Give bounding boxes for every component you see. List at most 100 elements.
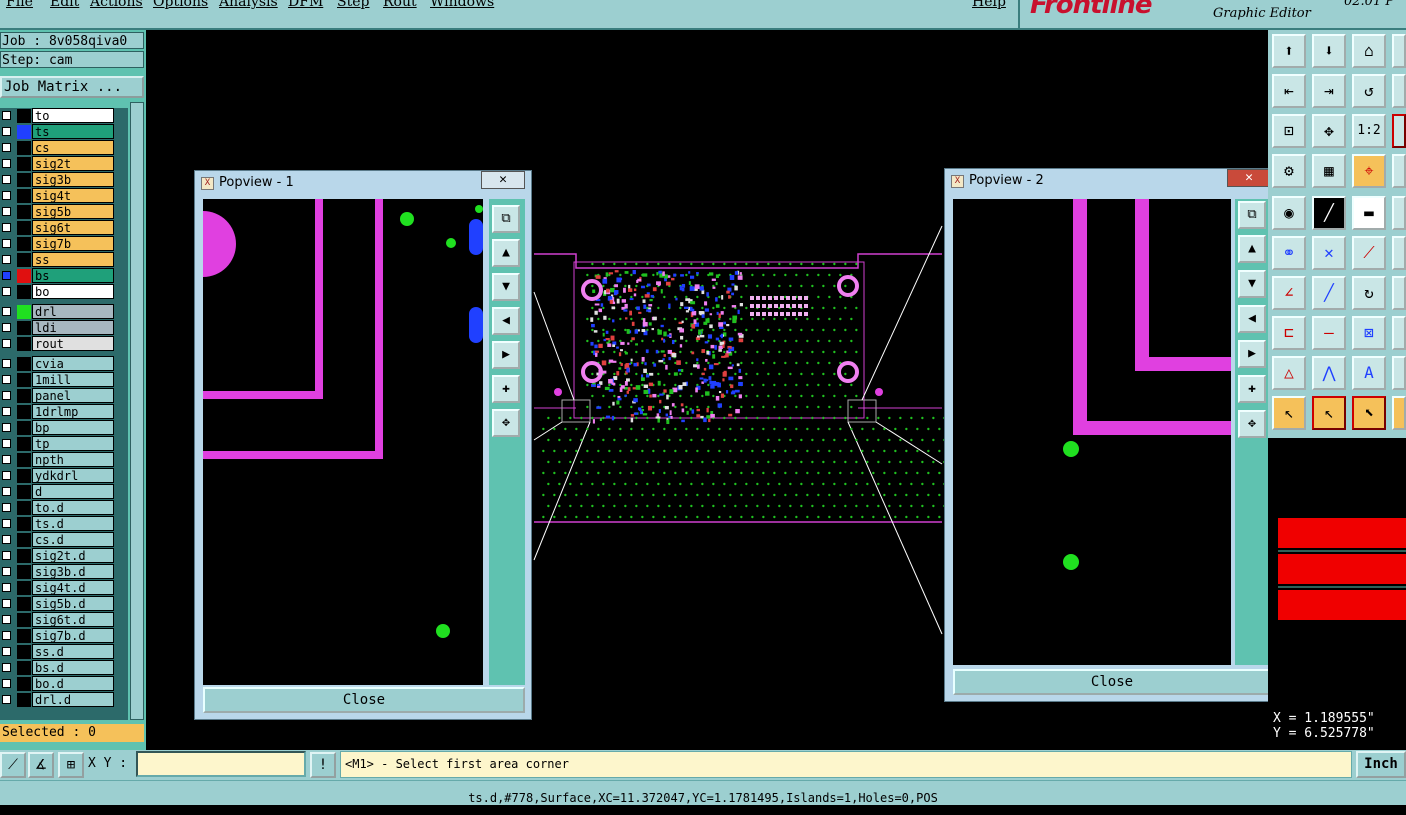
fillet-icon[interactable]: ⊏	[1272, 316, 1306, 350]
layer-name[interactable]: d	[32, 484, 114, 499]
layer-row-rout[interactable]: rout	[0, 336, 128, 352]
line-tool-icon[interactable]: ⟋	[0, 752, 26, 778]
layer-name[interactable]: ldi	[32, 320, 114, 335]
layer-color-swatch[interactable]	[17, 581, 31, 595]
layer-checkbox[interactable]	[2, 111, 11, 120]
layer-row-1mill[interactable]: 1mill	[0, 372, 128, 388]
layer-checkbox[interactable]	[2, 567, 11, 576]
angle-icon[interactable]: ∠	[1272, 276, 1306, 310]
tool-partial-icon[interactable]	[1392, 34, 1406, 68]
angle-tool-icon[interactable]: ∡	[28, 752, 54, 778]
layer-name[interactable]: cs	[32, 140, 114, 155]
layer-color-swatch[interactable]	[17, 337, 31, 351]
layer-checkbox[interactable]	[2, 339, 11, 348]
tool-partial-icon[interactable]	[1392, 276, 1406, 310]
layer-name[interactable]: to	[32, 108, 114, 123]
layer-checkbox[interactable]	[2, 223, 11, 232]
layer-checkbox[interactable]	[2, 583, 11, 592]
layer-row-sig3b-d[interactable]: sig3b.d	[0, 564, 128, 580]
layer-name[interactable]: bo	[32, 284, 114, 299]
popview-1-close-button[interactable]: Close	[203, 687, 525, 713]
layer-checkbox[interactable]	[2, 239, 11, 248]
layer-row-to-d[interactable]: to.d	[0, 500, 128, 516]
page-right-icon[interactable]: ⇥	[1312, 74, 1346, 108]
menu-actions[interactable]: Actions	[90, 0, 143, 10]
menu-step[interactable]: Step	[337, 0, 369, 10]
page-down-icon[interactable]: ⬇	[1312, 34, 1346, 68]
select-icon[interactable]: ↖	[1312, 396, 1346, 430]
layer-color-swatch[interactable]	[17, 237, 31, 251]
layer-row-sig4t[interactable]: sig4t	[0, 188, 128, 204]
layer-row-ydkdrl[interactable]: ydkdrl	[0, 468, 128, 484]
tool-partial-icon[interactable]	[1392, 316, 1406, 350]
menu-dfm[interactable]: DFM	[288, 0, 323, 10]
layer-color-swatch[interactable]	[17, 469, 31, 483]
layer-name[interactable]: ydkdrl	[32, 468, 114, 483]
layer-color-swatch[interactable]	[17, 517, 31, 531]
layer-name[interactable]: cvia	[32, 356, 114, 371]
layer-row-sig5b-d[interactable]: sig5b.d	[0, 596, 128, 612]
grid-snap-icon[interactable]: ⊞	[58, 752, 84, 778]
tool-partial-icon[interactable]	[1392, 396, 1406, 430]
pan-up-icon[interactable]: ▲	[492, 239, 520, 267]
dash-icon[interactable]: —	[1312, 316, 1346, 350]
snap-icon[interactable]: ⌖	[1352, 154, 1386, 188]
menu-edit[interactable]: Edit	[50, 0, 79, 10]
layer-row-cvia[interactable]: cvia	[0, 356, 128, 372]
layer-checkbox[interactable]	[2, 471, 11, 480]
page-up-icon[interactable]: ⬆	[1272, 34, 1306, 68]
layer-row-tp[interactable]: tp	[0, 436, 128, 452]
menu-options[interactable]: Options	[153, 0, 208, 10]
page-left-icon[interactable]: ⇤	[1272, 74, 1306, 108]
zoom-fit-icon[interactable]: ⊡	[1272, 114, 1306, 148]
layer-row-bs[interactable]: bs	[0, 268, 128, 284]
zoom-out-icon[interactable]: ✥	[1238, 410, 1266, 438]
layer-row-ts-d[interactable]: ts.d	[0, 516, 128, 532]
layer-color-swatch[interactable]	[17, 269, 31, 283]
zoom-fit-icon[interactable]: ⧉	[492, 205, 520, 233]
layer-checkbox[interactable]	[2, 487, 11, 496]
pan-right-icon[interactable]: ▶	[1238, 340, 1266, 368]
layer-color-swatch[interactable]	[17, 629, 31, 643]
layer-row-to[interactable]: to	[0, 108, 128, 124]
layer-name[interactable]: drl	[32, 304, 114, 319]
layer-row-cs-d[interactable]: cs.d	[0, 532, 128, 548]
layer-name[interactable]: sig5b.d	[32, 596, 114, 611]
layer-row-sig3b[interactable]: sig3b	[0, 172, 128, 188]
tool-partial-icon[interactable]	[1392, 74, 1406, 108]
layer-color-swatch[interactable]	[17, 389, 31, 403]
layer-checkbox[interactable]	[2, 359, 11, 368]
xy-input[interactable]	[136, 751, 306, 777]
close-icon[interactable]: ✕	[1227, 169, 1271, 187]
layer-row-sig2t-d[interactable]: sig2t.d	[0, 548, 128, 564]
layer-row-sig7b[interactable]: sig7b	[0, 236, 128, 252]
layer-color-swatch[interactable]	[17, 253, 31, 267]
area-select-icon[interactable]: ⬉	[1352, 396, 1386, 430]
pointer-icon[interactable]: ↖	[1272, 396, 1306, 430]
layer-color-swatch[interactable]	[17, 421, 31, 435]
layer-color-swatch[interactable]	[17, 501, 31, 515]
zoom-in-icon[interactable]: ✚	[492, 375, 520, 403]
layer-color-swatch[interactable]	[17, 485, 31, 499]
menu-rout[interactable]: Rout	[383, 0, 417, 10]
tool-partial-icon[interactable]	[1392, 236, 1406, 270]
layer-name[interactable]: sig6t.d	[32, 612, 114, 627]
layer-checkbox[interactable]	[2, 423, 11, 432]
tool-partial-icon[interactable]	[1392, 196, 1406, 230]
layer-checkbox[interactable]	[2, 175, 11, 184]
layer-name[interactable]: cs.d	[32, 532, 114, 547]
zoom-fit-icon[interactable]: ⧉	[1238, 201, 1266, 229]
layer-row-sig5b[interactable]: sig5b	[0, 204, 128, 220]
layer-color-swatch[interactable]	[17, 677, 31, 691]
layer-color-swatch[interactable]	[17, 305, 31, 319]
units-button[interactable]: Inch	[1356, 751, 1406, 778]
layer-name[interactable]: sig7b	[32, 236, 114, 251]
layer-color-swatch[interactable]	[17, 453, 31, 467]
layer-color-swatch[interactable]	[17, 221, 31, 235]
layer-checkbox[interactable]	[2, 535, 11, 544]
layer-name[interactable]: sig4t	[32, 188, 114, 203]
layer-row-sig6t-d[interactable]: sig6t.d	[0, 612, 128, 628]
layer-name[interactable]: sig6t	[32, 220, 114, 235]
grid-icon[interactable]: ▦	[1312, 154, 1346, 188]
layer-name[interactable]: bo.d	[32, 676, 114, 691]
